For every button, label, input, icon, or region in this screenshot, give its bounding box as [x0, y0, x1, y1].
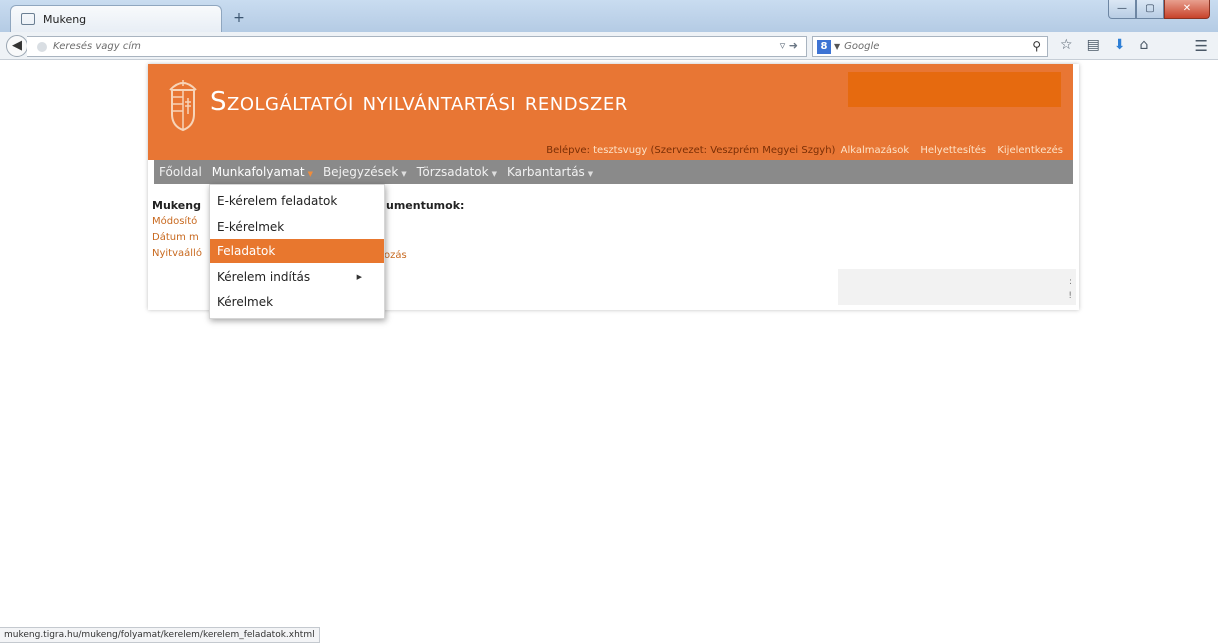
header-link-logout[interactable]: Kijelentkezés — [997, 145, 1063, 156]
username[interactable]: tesztsvugy — [593, 145, 647, 156]
organization: (Szervezet: Veszprém Megyei Szgyh) — [650, 145, 836, 156]
minimize-button[interactable]: — — [1108, 0, 1136, 19]
nav-item-master-data[interactable]: Törzsadatok ▼ — [412, 160, 502, 184]
nav-label: Munkafolyamat — [211, 165, 305, 179]
browser-tab[interactable]: Mukeng — [10, 5, 222, 32]
close-button[interactable]: ✕ — [1164, 0, 1210, 19]
maximize-button[interactable]: ▢ — [1136, 0, 1164, 19]
browser-toolbar: ◀ Keresés vagy cím ▿ ➜ 8 ▼ Google ⚲ ☆ ▤ … — [0, 32, 1218, 60]
nav-item-home[interactable]: Főoldal — [154, 160, 207, 184]
menu-item-tasks[interactable]: Feladatok — [210, 239, 384, 263]
coat-of-arms-icon — [169, 80, 197, 132]
search-icon[interactable]: ⚲ — [1032, 39, 1041, 53]
status-bar-url: mukeng.tigra.hu/mukeng/folyamat/kerelem/… — [0, 627, 320, 643]
user-info-line: Belépve: tesztsvugy (Szervezet: Veszprém… — [546, 145, 1063, 156]
back-arrow-icon: ◀ — [12, 38, 22, 53]
nav-label: Törzsadatok — [416, 165, 489, 179]
menu-item-requests[interactable]: Kérelmek — [210, 290, 384, 314]
window-controls: — ▢ ✕ — [1108, 0, 1210, 19]
back-button[interactable]: ◀ — [6, 35, 28, 57]
menu-item-start-request[interactable]: Kérelem indítás ▶ — [210, 265, 384, 289]
nav-label: Bejegyzések — [322, 165, 399, 179]
google-icon[interactable]: 8 — [817, 39, 831, 54]
address-bar[interactable]: Keresés vagy cím ▿ ➜ — [27, 36, 807, 57]
chevron-right-icon: ▶ — [356, 273, 362, 281]
chevron-down-icon: ▼ — [587, 170, 594, 178]
menu-item-e-request-tasks[interactable]: E-kérelem feladatok — [210, 189, 384, 213]
address-placeholder: Keresés vagy cím — [53, 41, 141, 52]
nav-item-maintenance[interactable]: Karbantartás ▼ — [502, 160, 598, 184]
logged-in-label: Belépve: — [546, 145, 590, 156]
go-arrow-icon[interactable]: ▿ ➜ — [780, 39, 798, 52]
tab-title: Mukeng — [43, 12, 87, 26]
window-titlebar: Mukeng + — ▢ ✕ — [0, 0, 1218, 32]
site-header: Szolgáltatói nyilvántartási rendszer Bel… — [148, 64, 1073, 160]
reading-list-icon[interactable]: ▤ — [1087, 37, 1100, 53]
chevron-down-icon: ▼ — [307, 170, 313, 178]
workflow-dropdown-menu: E-kérelem feladatok E-kérelmek Feladatok… — [209, 184, 385, 319]
page-icon — [21, 13, 35, 25]
bookmark-star-icon[interactable]: ☆ — [1060, 37, 1073, 53]
toolbar-icons: ☆ ▤ ⬇ ⌂ — [1060, 37, 1148, 53]
nav-label: Főoldal — [159, 165, 202, 179]
content-link-modify[interactable]: Módosító — [152, 216, 197, 227]
chevron-down-icon: ▼ — [491, 170, 497, 178]
nav-item-workflow[interactable]: Munkafolyamat ▼ — [207, 160, 318, 184]
home-icon[interactable]: ⌂ — [1140, 37, 1149, 53]
section-heading: Mukeng — [152, 199, 201, 212]
menu-item-e-requests[interactable]: E-kérelmek — [210, 215, 384, 239]
header-link-apps[interactable]: Alkalmazások — [841, 145, 910, 156]
header-link-substitution[interactable]: Helyettesítés — [920, 145, 986, 156]
download-icon[interactable]: ⬇ — [1114, 37, 1126, 53]
hamburger-menu-icon[interactable]: ☰ — [1195, 37, 1208, 55]
search-placeholder: Google — [844, 41, 880, 52]
documents-heading: umentumok: — [386, 199, 465, 212]
nav-item-entries[interactable]: Bejegyzések ▼ — [318, 160, 412, 184]
search-bar[interactable]: 8 ▼ Google ⚲ — [812, 36, 1048, 57]
new-tab-button[interactable]: + — [228, 9, 250, 27]
info-mark: ! — [1068, 291, 1072, 301]
content-link-right[interactable]: ozás — [384, 250, 407, 261]
info-box: : ! — [838, 269, 1076, 305]
chevron-down-icon[interactable]: ▼ — [834, 42, 840, 51]
info-mark: : — [1068, 277, 1072, 287]
chevron-down-icon: ▼ — [401, 170, 407, 178]
nav-label: Karbantartás — [506, 165, 585, 179]
header-banner-box — [848, 72, 1061, 107]
app-title: Szolgáltatói nyilvántartási rendszer — [210, 87, 628, 117]
content-link-open[interactable]: Nyitvaálló — [152, 248, 202, 259]
site-identity-icon[interactable] — [37, 41, 47, 52]
main-nav: Főoldal Munkafolyamat ▼ Bejegyzések ▼ Törz… — [154, 160, 1073, 184]
content-link-date[interactable]: Dátum m — [152, 232, 199, 243]
menu-item-label: Kérelem indítás — [217, 270, 311, 284]
